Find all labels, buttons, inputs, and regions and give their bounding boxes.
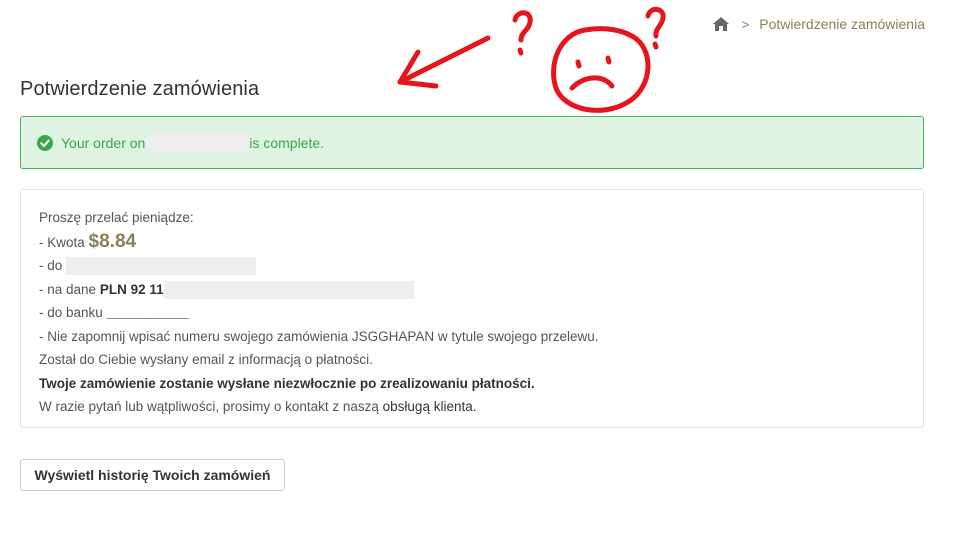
alert-text-prefix: Your order on [61,134,146,151]
recipient-row: - do [39,254,905,278]
alert-text-suffix: is complete. [249,134,325,151]
bank-label: - do banku [39,305,103,320]
amount-label: - Kwota [39,234,85,250]
breadcrumb: > Potwierdzenie zamówienia [712,16,925,32]
order-reminder: - Nie zapomnij wpisać numeru swojego zam… [39,328,599,344]
order-history-button[interactable]: Wyświetl historię Twoich zamówień [20,459,285,491]
email-notice: Został do Ciebie wysłany email z informa… [39,352,373,367]
contact-row: W razie pytań lub wątpliwości, prosimy o… [39,395,905,419]
account-value: PLN 92 11 [99,281,164,297]
bank-row: - do banku ___________ [39,301,905,325]
amount-row: - Kwota $8.84 [39,230,905,255]
home-icon[interactable] [712,16,730,32]
redacted-recipient [66,257,257,276]
customer-service-link[interactable]: obsługą klienta [383,399,473,414]
check-circle-icon [37,134,53,151]
account-row: - na dane PLN 92 11 [39,278,905,302]
payment-intro: Proszę przelać pieniądze: [39,210,194,225]
recipient-label: - do [39,258,63,273]
annotation-scribble [397,7,666,113]
bank-value: ___________ [106,305,190,320]
breadcrumb-item-current[interactable]: Potwierdzenie zamówienia [759,16,925,32]
payment-instructions-panel: Proszę przelać pieniądze: - Kwota $8.84 … [20,189,924,428]
redacted-date [147,132,248,153]
page-title: Potwierdzenie zamówienia [20,78,260,100]
amount-value: $8.84 [88,230,137,252]
shipping-notice: Twoje zamówienie zostanie wysłane niezwł… [39,375,535,391]
breadcrumb-separator: > [741,16,750,32]
contact-suffix: . [472,399,477,414]
contact-text: W razie pytań lub wątpliwości, prosimy o… [39,399,379,414]
redacted-account [163,280,414,299]
account-label: - na dane [39,281,97,297]
success-alert: Your order on is complete. [20,116,924,169]
